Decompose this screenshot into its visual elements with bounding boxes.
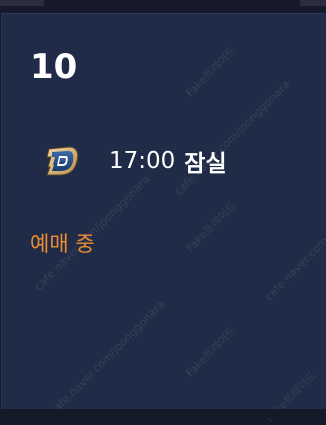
top-bar bbox=[0, 0, 326, 12]
watermark: Fake트레이드 bbox=[183, 199, 239, 255]
game-date: 10 bbox=[30, 47, 78, 87]
watermark: cafe.naver.com/joonggonara bbox=[262, 182, 326, 304]
watermark: Fake트레이드 bbox=[183, 324, 239, 380]
watermark: cafe.naver.com/joonggonara bbox=[47, 297, 168, 419]
game-time: 17:00 bbox=[109, 148, 176, 174]
bottom-bar bbox=[0, 409, 326, 418]
top-bar-right-segment bbox=[300, 0, 326, 6]
game-venue: 잠실 bbox=[184, 151, 227, 177]
top-bar-left-segment bbox=[0, 0, 44, 6]
watermark: Fake트레이드 bbox=[183, 44, 239, 100]
screen: cafe.naver.com/joonggonara Fake트레이드 cafe… bbox=[0, 0, 326, 425]
ticket-status[interactable]: 예매 중 bbox=[30, 228, 95, 258]
nc-dinos-logo-icon bbox=[46, 146, 79, 176]
game-row[interactable]: 17:00 잠실 bbox=[43, 140, 227, 182]
